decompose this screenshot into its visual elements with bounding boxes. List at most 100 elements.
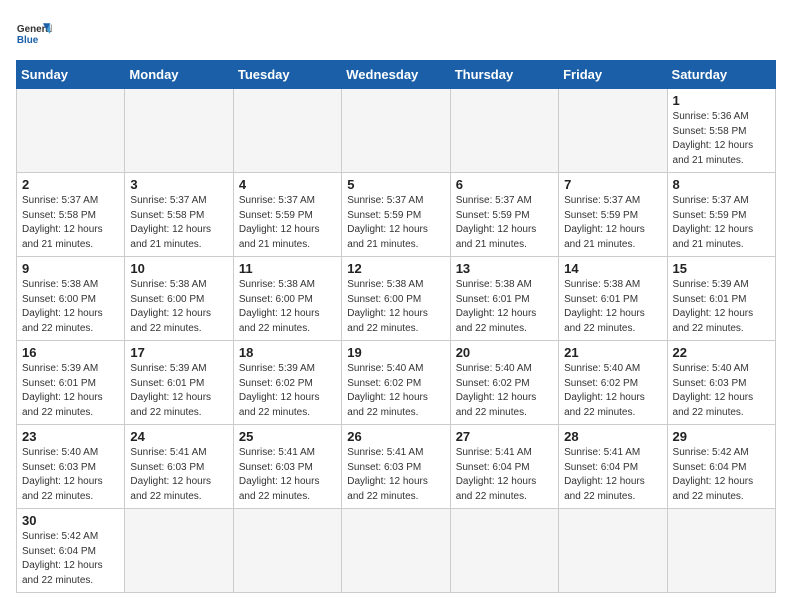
calendar-cell: 9 Sunrise: 5:38 AMSunset: 6:00 PMDaylight…	[17, 257, 125, 341]
day-number: 2	[22, 177, 119, 192]
day-number: 1	[673, 93, 770, 108]
day-info: Sunrise: 5:39 AMSunset: 6:01 PMDaylight:…	[130, 362, 227, 420]
day-number: 12	[347, 261, 444, 276]
day-number: 22	[673, 345, 770, 360]
day-info: Sunrise: 5:37 AMSunset: 5:59 PMDaylight:…	[456, 194, 553, 252]
calendar-week-1: 1Sunrise: 5:36 AMSunset: 5:58 PMDaylight…	[17, 89, 776, 173]
day-number: 30	[22, 513, 119, 528]
day-info: Sunrise: 5:38 AMSunset: 6:00 PMDaylight:…	[130, 278, 227, 336]
day-header-thursday: Thursday	[450, 61, 558, 89]
day-number: 9	[22, 261, 119, 276]
day-number: 13	[456, 261, 553, 276]
calendar-cell	[125, 509, 233, 593]
day-number: 17	[130, 345, 227, 360]
logo: General Blue	[16, 16, 52, 52]
day-info: Sunrise: 5:39 AMSunset: 6:01 PMDaylight:…	[673, 278, 770, 336]
day-number: 18	[239, 345, 336, 360]
calendar-cell	[559, 89, 667, 173]
svg-text:Blue: Blue	[17, 35, 39, 46]
day-number: 28	[564, 429, 661, 444]
day-number: 5	[347, 177, 444, 192]
day-number: 21	[564, 345, 661, 360]
calendar-cell: 28Sunrise: 5:41 AMSunset: 6:04 PMDayligh…	[559, 425, 667, 509]
calendar-cell	[342, 509, 450, 593]
day-number: 6	[456, 177, 553, 192]
day-info: Sunrise: 5:37 AMSunset: 5:59 PMDaylight:…	[564, 194, 661, 252]
day-info: Sunrise: 5:40 AMSunset: 6:02 PMDaylight:…	[456, 362, 553, 420]
day-info: Sunrise: 5:40 AMSunset: 6:03 PMDaylight:…	[673, 362, 770, 420]
day-info: Sunrise: 5:38 AMSunset: 6:01 PMDaylight:…	[456, 278, 553, 336]
calendar-cell: 5 Sunrise: 5:37 AMSunset: 5:59 PMDaylight…	[342, 173, 450, 257]
calendar-cell: 21 Sunrise: 5:40 AMSunset: 6:02 PMDayligh…	[559, 341, 667, 425]
day-info: Sunrise: 5:41 AMSunset: 6:03 PMDaylight:…	[130, 446, 227, 504]
calendar-cell: 13 Sunrise: 5:38 AMSunset: 6:01 PMDayligh…	[450, 257, 558, 341]
calendar-cell: 12 Sunrise: 5:38 AMSunset: 6:00 PMDayligh…	[342, 257, 450, 341]
day-header-tuesday: Tuesday	[233, 61, 341, 89]
calendar-cell: 16 Sunrise: 5:39 AMSunset: 6:01 PMDayligh…	[17, 341, 125, 425]
day-info: Sunrise: 5:41 AMSunset: 6:04 PMDaylight:…	[456, 446, 553, 504]
calendar-cell	[125, 89, 233, 173]
day-info: Sunrise: 5:40 AMSunset: 6:02 PMDaylight:…	[347, 362, 444, 420]
calendar-cell	[559, 509, 667, 593]
calendar-cell	[667, 509, 775, 593]
day-info: Sunrise: 5:37 AMSunset: 5:59 PMDaylight:…	[347, 194, 444, 252]
day-info: Sunrise: 5:40 AMSunset: 6:02 PMDaylight:…	[564, 362, 661, 420]
calendar-cell: 14 Sunrise: 5:38 AMSunset: 6:01 PMDayligh…	[559, 257, 667, 341]
day-info: Sunrise: 5:39 AMSunset: 6:01 PMDaylight:…	[22, 362, 119, 420]
day-info: Sunrise: 5:42 AMSunset: 6:04 PMDaylight:…	[673, 446, 770, 504]
day-header-saturday: Saturday	[667, 61, 775, 89]
calendar-cell	[17, 89, 125, 173]
day-info: Sunrise: 5:38 AMSunset: 6:01 PMDaylight:…	[564, 278, 661, 336]
calendar-cell: 4Sunrise: 5:37 AMSunset: 5:59 PMDaylight…	[233, 173, 341, 257]
day-info: Sunrise: 5:39 AMSunset: 6:02 PMDaylight:…	[239, 362, 336, 420]
day-number: 8	[673, 177, 770, 192]
calendar-cell: 26Sunrise: 5:41 AMSunset: 6:03 PMDayligh…	[342, 425, 450, 509]
day-info: Sunrise: 5:37 AMSunset: 5:58 PMDaylight:…	[130, 194, 227, 252]
day-number: 11	[239, 261, 336, 276]
day-number: 15	[673, 261, 770, 276]
day-info: Sunrise: 5:41 AMSunset: 6:03 PMDaylight:…	[239, 446, 336, 504]
calendar-cell: 22 Sunrise: 5:40 AMSunset: 6:03 PMDayligh…	[667, 341, 775, 425]
calendar-cell: 15 Sunrise: 5:39 AMSunset: 6:01 PMDayligh…	[667, 257, 775, 341]
calendar-cell	[233, 89, 341, 173]
calendar-cell: 24 Sunrise: 5:41 AMSunset: 6:03 PMDayligh…	[125, 425, 233, 509]
day-number: 19	[347, 345, 444, 360]
calendar-week-2: 2 Sunrise: 5:37 AMSunset: 5:58 PMDaylight…	[17, 173, 776, 257]
day-number: 23	[22, 429, 119, 444]
calendar-cell: 17 Sunrise: 5:39 AMSunset: 6:01 PMDayligh…	[125, 341, 233, 425]
calendar-cell: 6 Sunrise: 5:37 AMSunset: 5:59 PMDaylight…	[450, 173, 558, 257]
day-number: 16	[22, 345, 119, 360]
day-info: Sunrise: 5:40 AMSunset: 6:03 PMDaylight:…	[22, 446, 119, 504]
calendar-cell: 3Sunrise: 5:37 AMSunset: 5:58 PMDaylight…	[125, 173, 233, 257]
day-info: Sunrise: 5:37 AMSunset: 5:58 PMDaylight:…	[22, 194, 119, 252]
calendar-cell: 19 Sunrise: 5:40 AMSunset: 6:02 PMDayligh…	[342, 341, 450, 425]
calendar-cell: 23 Sunrise: 5:40 AMSunset: 6:03 PMDayligh…	[17, 425, 125, 509]
day-info: Sunrise: 5:42 AMSunset: 6:04 PMDaylight:…	[22, 530, 119, 588]
logo-icon: General Blue	[16, 16, 52, 52]
day-number: 26	[347, 429, 444, 444]
day-header-monday: Monday	[125, 61, 233, 89]
day-number: 14	[564, 261, 661, 276]
day-number: 20	[456, 345, 553, 360]
calendar-cell: 2 Sunrise: 5:37 AMSunset: 5:58 PMDaylight…	[17, 173, 125, 257]
calendar-cell	[342, 89, 450, 173]
calendar-header-row: SundayMondayTuesdayWednesdayThursdayFrid…	[17, 61, 776, 89]
day-info: Sunrise: 5:38 AMSunset: 6:00 PMDaylight:…	[22, 278, 119, 336]
day-number: 27	[456, 429, 553, 444]
calendar-cell	[450, 509, 558, 593]
day-number: 24	[130, 429, 227, 444]
day-header-friday: Friday	[559, 61, 667, 89]
calendar-cell: 25Sunrise: 5:41 AMSunset: 6:03 PMDayligh…	[233, 425, 341, 509]
day-header-wednesday: Wednesday	[342, 61, 450, 89]
day-info: Sunrise: 5:38 AMSunset: 6:00 PMDaylight:…	[347, 278, 444, 336]
calendar-cell: 18 Sunrise: 5:39 AMSunset: 6:02 PMDayligh…	[233, 341, 341, 425]
calendar-week-6: 30 Sunrise: 5:42 AMSunset: 6:04 PMDayligh…	[17, 509, 776, 593]
calendar-week-3: 9 Sunrise: 5:38 AMSunset: 6:00 PMDaylight…	[17, 257, 776, 341]
calendar-cell: 20 Sunrise: 5:40 AMSunset: 6:02 PMDayligh…	[450, 341, 558, 425]
calendar-cell: 11Sunrise: 5:38 AMSunset: 6:00 PMDayligh…	[233, 257, 341, 341]
calendar-cell: 8 Sunrise: 5:37 AMSunset: 5:59 PMDaylight…	[667, 173, 775, 257]
day-info: Sunrise: 5:37 AMSunset: 5:59 PMDaylight:…	[673, 194, 770, 252]
day-number: 10	[130, 261, 227, 276]
page-header: General Blue	[16, 16, 776, 52]
calendar-cell: 1Sunrise: 5:36 AMSunset: 5:58 PMDaylight…	[667, 89, 775, 173]
